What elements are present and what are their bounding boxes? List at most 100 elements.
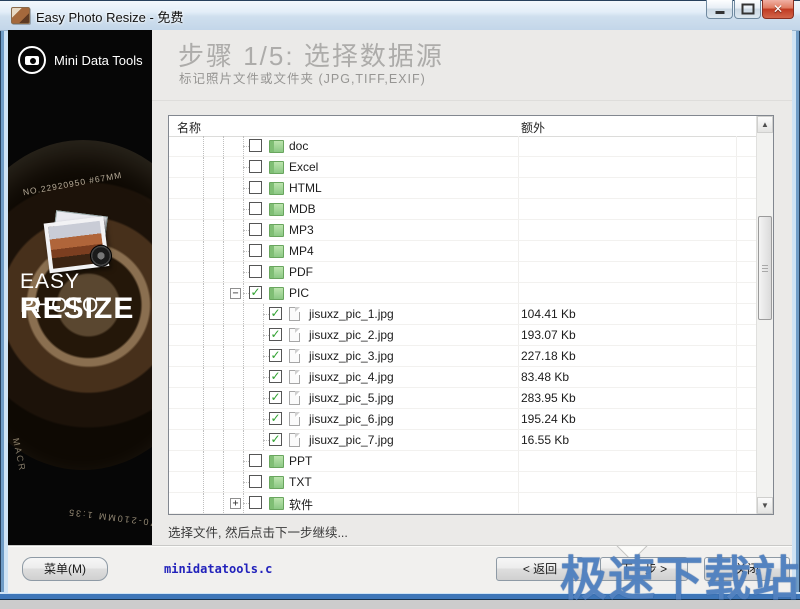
row-size: 104.41 Kb: [521, 307, 576, 321]
file-icon: [289, 370, 300, 384]
tree-row[interactable]: MP4: [169, 241, 756, 262]
row-label: MP3: [289, 223, 314, 237]
folder-icon: [269, 455, 284, 468]
tree-row[interactable]: ✓ jisuxz_pic_7.jpg 16.55 Kb: [169, 430, 756, 451]
tree-indent-guide: [203, 262, 204, 282]
close-button[interactable]: ✕: [762, 0, 794, 19]
row-checkbox[interactable]: ✓: [269, 412, 282, 425]
row-checkbox[interactable]: ✓: [269, 349, 282, 362]
tree-row[interactable]: ✓ jisuxz_pic_1.jpg 104.41 Kb: [169, 304, 756, 325]
row-size: 227.18 Kb: [521, 349, 576, 363]
row-label: MP4: [289, 244, 314, 258]
tree-row[interactable]: ✓jisuxz_pic_3.jpg227.18 Kb: [169, 346, 756, 367]
tree-row[interactable]: ✓jisuxz_pic_6.jpg195.24 Kb: [169, 409, 756, 430]
row-checkbox[interactable]: [249, 496, 262, 509]
row-checkbox[interactable]: ✓: [269, 370, 282, 383]
row-checkbox[interactable]: ✓: [269, 307, 282, 320]
row-checkbox[interactable]: [249, 475, 262, 488]
row-checkbox[interactable]: [249, 181, 262, 194]
row-size: 83.48 Kb: [521, 370, 569, 384]
maximize-button[interactable]: [734, 0, 761, 19]
row-checkbox[interactable]: [249, 223, 262, 236]
titlebar[interactable]: Easy Photo Resize - 免费 ✕: [0, 0, 800, 31]
row-checkbox[interactable]: [249, 139, 262, 152]
row-checkbox[interactable]: [249, 265, 262, 278]
tree-indent-guide: [243, 430, 244, 450]
scrollbar-thumb[interactable]: [758, 216, 772, 320]
row-checkbox[interactable]: [249, 454, 262, 467]
tree-row[interactable]: + 软件: [169, 493, 756, 514]
tree-row[interactable]: MP3: [169, 220, 756, 241]
menu-button[interactable]: 菜单(M): [22, 557, 108, 581]
camera-icon: [18, 46, 46, 74]
tree-row[interactable]: HTML: [169, 178, 756, 199]
row-label: doc: [289, 139, 308, 153]
site-link[interactable]: minidatatools.c: [164, 562, 272, 576]
row-size: 283.95 Kb: [521, 391, 576, 405]
tree-row[interactable]: ✓ jisuxz_pic_2.jpg 193.07 Kb: [169, 325, 756, 346]
tree-indent-guide: [223, 178, 224, 198]
expand-toggle-icon[interactable]: +: [230, 498, 241, 509]
folder-icon: [269, 224, 284, 237]
row-size: 195.24 Kb: [521, 412, 576, 426]
row-checkbox[interactable]: ✓: [249, 286, 262, 299]
tree-indent-guide: [203, 409, 204, 429]
row-checkbox[interactable]: [249, 202, 262, 215]
tree-row[interactable]: PDF: [169, 262, 756, 283]
column-header-extra[interactable]: 额外: [521, 119, 545, 136]
row-size: 193.07 Kb: [521, 328, 576, 342]
tree-row[interactable]: ✓ jisuxz_pic_5.jpg 283.95 Kb: [169, 388, 756, 409]
folder-icon: [269, 497, 284, 510]
tree-row[interactable]: MDB: [169, 199, 756, 220]
tree-indent-guide: [203, 241, 204, 261]
tree-indent-guide: [223, 367, 224, 387]
tree-row[interactable]: Excel: [169, 157, 756, 178]
row-checkbox[interactable]: ✓: [269, 328, 282, 341]
tree-indent-guide: [223, 430, 224, 450]
file-icon: [289, 433, 300, 447]
photo-stack-icon: [43, 215, 104, 267]
minimize-button[interactable]: [706, 0, 733, 19]
step-subtitle: 标记照片文件或文件夹 (JPG,TIFF,EXIF): [179, 68, 426, 87]
vertical-scrollbar[interactable]: ▲ ▼: [756, 116, 773, 514]
tree-row[interactable]: ✓jisuxz_pic_4.jpg83.48 Kb: [169, 367, 756, 388]
tree-row[interactable]: PPT: [169, 451, 756, 472]
file-icon: [289, 307, 300, 321]
tree-row[interactable]: −✓PIC: [169, 283, 756, 304]
tree-indent-guide: [203, 199, 204, 219]
tree-indent-guide: [223, 283, 224, 303]
row-label: 软件: [289, 496, 313, 513]
column-header-name[interactable]: 名称: [177, 119, 201, 136]
tree-row[interactable]: TXT: [169, 472, 756, 493]
row-size: 16.55 Kb: [521, 433, 569, 447]
tree-indent-guide: [203, 472, 204, 492]
tree-indent-guide: [223, 451, 224, 471]
tree-indent-guide: [223, 304, 224, 324]
scroll-up-button[interactable]: ▲: [757, 116, 773, 133]
maximize-icon: [741, 4, 754, 15]
row-label: jisuxz_pic_1.jpg: [309, 307, 394, 321]
row-label: jisuxz_pic_5.jpg: [309, 391, 394, 405]
close-icon: ✕: [773, 3, 783, 15]
tree-indent-guide: [203, 451, 204, 471]
folder-icon: [269, 245, 284, 258]
app-icon: [11, 7, 30, 24]
folder-icon: [269, 476, 284, 489]
brand-name: Mini Data Tools: [54, 53, 143, 68]
tree-indent-guide: [203, 157, 204, 177]
row-label: jisuxz_pic_7.jpg: [309, 433, 394, 447]
collapse-toggle-icon[interactable]: −: [230, 288, 241, 299]
row-checkbox[interactable]: [249, 244, 262, 257]
window-title: Easy Photo Resize - 免费: [36, 7, 183, 26]
row-checkbox[interactable]: ✓: [269, 433, 282, 446]
row-checkbox[interactable]: [249, 160, 262, 173]
row-label: HTML: [289, 181, 322, 195]
row-label: jisuxz_pic_2.jpg: [309, 328, 394, 342]
tree-row[interactable]: doc: [169, 136, 756, 157]
tree-indent-guide: [203, 325, 204, 345]
row-label: PPT: [289, 454, 312, 468]
row-checkbox[interactable]: ✓: [269, 391, 282, 404]
window-frame-left: [0, 0, 8, 600]
wizard-header: 步骤 1/5: 选择数据源 标记照片文件或文件夹 (JPG,TIFF,EXIF): [152, 30, 792, 101]
scroll-down-button[interactable]: ▼: [757, 497, 773, 514]
